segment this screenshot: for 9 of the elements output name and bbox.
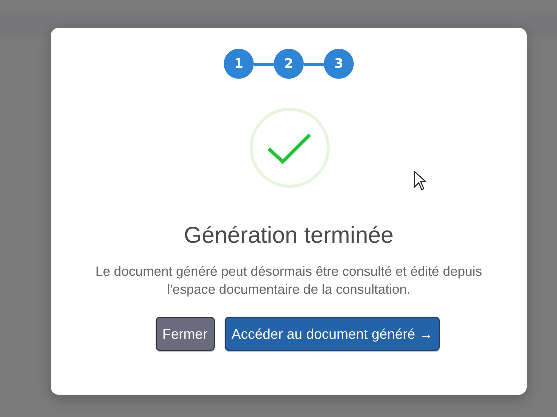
step-indicator: 1 — [224, 49, 254, 79]
cursor-icon — [414, 171, 428, 191]
dialog-title: Génération terminée — [184, 222, 394, 249]
close-button[interactable]: Fermer — [156, 317, 215, 351]
open-document-button[interactable]: Accéder au document généré → — [224, 317, 440, 351]
step-indicator: 2 — [274, 49, 304, 79]
step-indicator: 3 — [324, 49, 354, 79]
checkmark-icon — [248, 107, 330, 189]
dialog-message: Le document généré peut désormais être consulté et édité depuis l'espace documentaire de la consultation. — [94, 263, 484, 299]
